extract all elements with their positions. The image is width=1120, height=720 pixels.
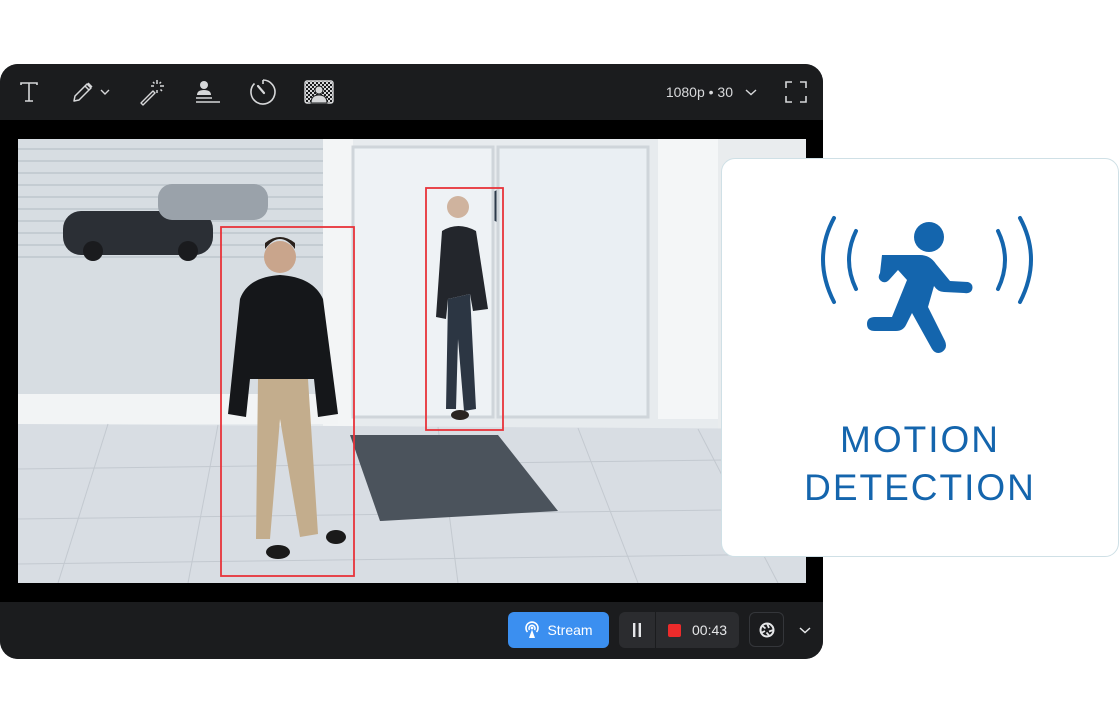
person-layers-icon: [196, 81, 220, 103]
person-layers-tool-button[interactable]: [193, 76, 223, 108]
fullscreen-button[interactable]: [784, 76, 808, 108]
pause-icon: [633, 623, 641, 637]
pen-tool-button[interactable]: [66, 76, 114, 108]
video-viewport: [0, 120, 823, 602]
fullscreen-icon: [785, 81, 807, 103]
broadcast-icon: [525, 621, 540, 638]
background-removal-tool-button[interactable]: [303, 76, 335, 108]
resolution-dropdown[interactable]: 1080p • 30: [666, 76, 757, 108]
camera-shutter-icon: [759, 622, 774, 637]
background-removal-icon: [304, 80, 334, 104]
camera-scene: [18, 139, 806, 583]
chevron-down-icon: [745, 89, 757, 96]
card-title-line-2: DETECTION: [804, 467, 1036, 508]
stop-recording-button[interactable]: 00:43: [656, 612, 739, 648]
control-bar: Stream 00:43: [0, 602, 823, 659]
text-icon: [20, 82, 38, 102]
video-frame[interactable]: [18, 139, 806, 583]
motion-detection-icon: [821, 216, 1033, 353]
snapshot-button[interactable]: [749, 612, 784, 647]
stream-label: Stream: [547, 622, 593, 638]
recording-timer: 00:43: [692, 622, 728, 638]
stream-button[interactable]: Stream: [508, 612, 609, 648]
timer-icon: [250, 79, 276, 105]
resolution-label: 1080p • 30: [665, 84, 733, 100]
magic-wand-tool-button[interactable]: [137, 76, 167, 108]
recording-controls: 00:43: [619, 612, 739, 648]
toolbar: 1080p • 30: [0, 64, 823, 120]
text-tool-button[interactable]: [16, 76, 42, 108]
record-stop-icon: [668, 623, 681, 637]
video-recorder-window: 1080p • 30 Stream 00:43: [0, 64, 823, 659]
chevron-down-icon: [100, 89, 110, 95]
magic-wand-icon: [140, 80, 164, 106]
chevron-down-icon: [799, 627, 811, 634]
pen-icon: [73, 82, 93, 102]
timer-tool-button[interactable]: [248, 76, 278, 108]
card-title-line-1: MOTION: [840, 419, 1000, 460]
pause-button[interactable]: [619, 612, 656, 648]
motion-detection-card: MOTION DETECTION: [721, 158, 1119, 557]
more-options-button[interactable]: [795, 620, 815, 640]
